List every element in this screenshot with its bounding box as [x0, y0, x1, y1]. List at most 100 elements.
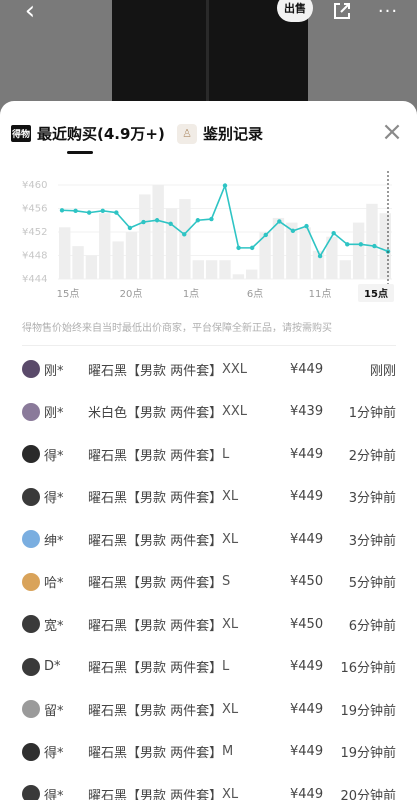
buyer-name: 哈*	[44, 576, 64, 591]
item-size: XXL	[222, 404, 248, 419]
volume-bar	[339, 260, 351, 279]
avatar	[22, 572, 40, 591]
item-variant: 曜石黑【男款 两件套】	[88, 533, 223, 549]
price-point	[331, 230, 336, 236]
purchase-price: ¥449	[290, 446, 324, 462]
purchase-price: ¥449	[290, 659, 324, 674]
y-tick-label: ¥456	[22, 204, 47, 215]
purchase-price: ¥449	[290, 701, 324, 717]
volume-bar	[219, 260, 231, 279]
volume-bar	[205, 260, 218, 279]
purchase-price: ¥449	[290, 489, 324, 504]
buyer-name: 得*	[44, 746, 64, 761]
price-chart: ¥460 ¥456 ¥452 ¥448 ¥444 15点 20点 1点 6点 11点 15点	[0, 171, 417, 311]
price-point	[290, 228, 296, 234]
tab-bar: 得物 最近购买(4.9万+) ♙ 鉴别记录 ×	[0, 101, 417, 155]
y-tick-label: ¥444	[22, 274, 47, 285]
purchase-time: 19分钟前	[340, 703, 396, 719]
volume-bar	[152, 185, 164, 279]
price-point	[263, 232, 268, 238]
back-chevron-icon[interactable]: ‹	[18, 0, 42, 24]
tab-authentication-records[interactable]: ♙ 鉴别记录	[177, 123, 263, 144]
sell-button[interactable]: 出售	[277, 0, 313, 22]
buyer-name: 刚*	[44, 406, 64, 421]
tab-recent-label: 最近购买(4.9万+)	[37, 125, 165, 143]
share-icon[interactable]	[330, 0, 354, 22]
item-variant: 曜石黑【男款 两件套】	[88, 576, 223, 591]
purchase-row: 得* 曜石黑【男款 两件套】 XL ¥449 20分钟前	[0, 773, 417, 800]
price-point	[236, 245, 241, 251]
x-tick-label: 15点	[364, 287, 388, 300]
item-variant: 曜石黑【男款 两件套】	[88, 661, 223, 676]
price-point	[277, 219, 282, 224]
volume-bar	[179, 199, 191, 279]
x-tick-label: 6点	[247, 288, 263, 300]
price-point	[154, 218, 160, 223]
purchase-row: 宽* 曜石黑【男款 两件套】 XL ¥450 6分钟前	[0, 603, 417, 645]
buyer-name: 宽*	[44, 618, 64, 634]
purchase-row: 哈* 曜石黑【男款 两件套】 S ¥450 5分钟前	[0, 561, 417, 603]
item-size: S	[222, 574, 231, 589]
tab-recent-purchases[interactable]: 得物 最近购买(4.9万+)	[11, 123, 165, 144]
avatar	[22, 360, 40, 378]
price-point	[372, 243, 377, 249]
price-point	[249, 245, 255, 251]
price-point	[59, 208, 65, 213]
volume-bar	[352, 222, 365, 279]
avatar	[22, 742, 40, 761]
purchase-price: ¥450	[290, 616, 324, 632]
tab-active-indicator	[67, 151, 93, 154]
price-point	[127, 225, 133, 231]
price-point	[141, 219, 146, 225]
y-tick-label: ¥448	[22, 251, 47, 262]
avatar	[22, 487, 40, 506]
price-point	[209, 216, 214, 222]
price-line	[61, 182, 389, 258]
purchase-time: 3分钟前	[348, 533, 396, 549]
more-dots-icon[interactable]: ···	[376, 0, 400, 22]
divider	[22, 345, 396, 346]
volume-bar	[299, 227, 311, 279]
purchase-row: 得* 曜石黑【男款 两件套】 XL ¥449 3分钟前	[0, 476, 417, 518]
volume-bar	[165, 208, 178, 279]
purchase-price: ¥449	[290, 744, 324, 759]
volume-bar	[125, 232, 138, 279]
purchase-time: 16分钟前	[340, 661, 396, 676]
volume-bar	[72, 246, 84, 279]
buyer-name: 得*	[44, 788, 64, 800]
buyer-name: D*	[44, 659, 61, 674]
close-icon[interactable]: ×	[380, 119, 404, 145]
item-size: XL	[222, 701, 239, 717]
avatar	[22, 530, 40, 548]
avatar	[22, 445, 40, 463]
buyer-name: 得*	[44, 448, 64, 464]
price-point	[317, 253, 323, 259]
price-point	[114, 210, 119, 215]
x-tick-label: 20点	[120, 288, 143, 300]
purchase-records-sheet: 得物 最近购买(4.9万+) ♙ 鉴别记录 × ¥460 ¥456 ¥452 ¥448…	[0, 101, 417, 800]
volume-bar	[139, 194, 151, 279]
buyer-name: 刚*	[44, 363, 64, 379]
price-point	[100, 208, 105, 214]
buyer-name: 留*	[44, 703, 64, 719]
volume-bar	[112, 241, 124, 279]
purchase-time: 6分钟前	[348, 618, 396, 634]
price-point	[182, 232, 187, 237]
price-chart-svg: ¥460 ¥456 ¥452 ¥448 ¥444 15点 20点 1点 6点 11点 15点	[22, 171, 394, 302]
purchase-time: 2分钟前	[348, 448, 396, 464]
purchase-time: 5分钟前	[348, 576, 396, 591]
purchase-time: 19分钟前	[340, 746, 396, 761]
volume-bar	[366, 203, 378, 279]
purchase-time: 3分钟前	[348, 491, 396, 506]
avatar	[22, 700, 40, 718]
buyer-name: 绅*	[44, 533, 64, 549]
item-size: XL	[222, 531, 239, 547]
item-size: L	[222, 659, 230, 674]
y-tick-label: ¥452	[22, 227, 47, 238]
item-variant: 曜石黑【男款 两件套】	[88, 363, 223, 379]
x-tick-label: 1点	[183, 288, 199, 300]
item-size: XL	[222, 616, 239, 632]
x-tick-label: 15点	[57, 288, 80, 300]
purchase-row: 绅* 曜石黑【男款 两件套】 XL ¥449 3分钟前	[0, 518, 417, 560]
price-point	[73, 208, 78, 214]
